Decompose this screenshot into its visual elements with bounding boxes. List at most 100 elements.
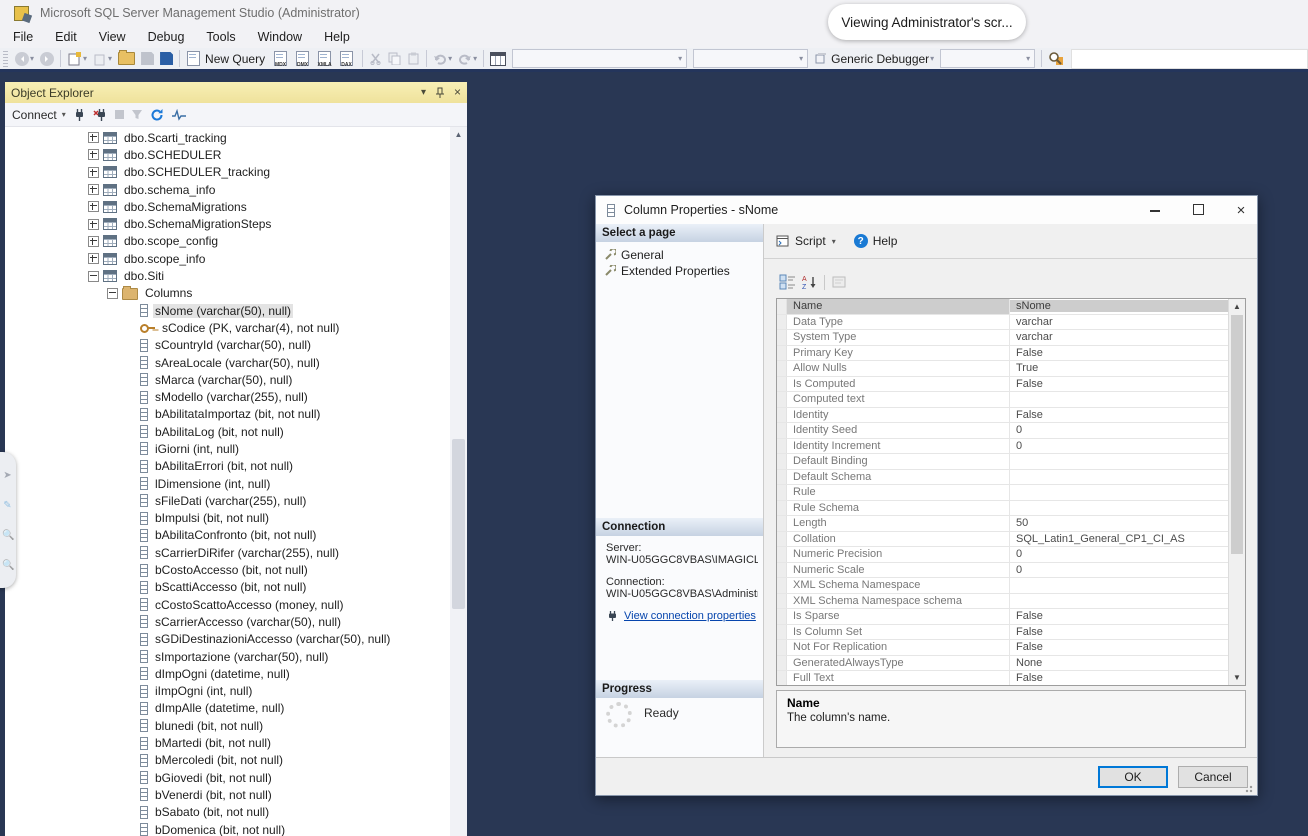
menu-help[interactable]: Help — [313, 26, 361, 48]
ok-button[interactable]: OK — [1098, 766, 1168, 788]
property-value[interactable]: True — [1010, 362, 1245, 374]
property-row[interactable]: Is Column SetFalse — [777, 625, 1245, 641]
execution-combobox[interactable]: ▾ — [693, 49, 808, 68]
find-button[interactable] — [1046, 49, 1066, 69]
tree-item[interactable]: sCarrierAccesso (varchar(50), null) — [5, 613, 450, 630]
redo-button[interactable]: ▾ — [456, 49, 479, 69]
property-row[interactable]: Numeric Precision0 — [777, 547, 1245, 563]
tree-item[interactable]: cCostoScattoAccesso (money, null) — [5, 596, 450, 613]
property-value[interactable]: 0 — [1010, 440, 1245, 452]
tree-item[interactable]: blunedi (bit, not null) — [5, 717, 450, 734]
tree-item[interactable]: dbo.SchemaMigrationSteps — [5, 215, 450, 232]
close-icon[interactable]: × — [454, 82, 461, 103]
property-row[interactable]: Allow NullsTrue — [777, 361, 1245, 377]
tree-item[interactable]: sCodice (PK, varchar(4), not null) — [5, 319, 450, 336]
sort-alphabetical-icon[interactable]: AZ — [802, 274, 818, 290]
tree-item[interactable]: bMercoledi (bit, not null) — [5, 752, 450, 769]
tree-item[interactable]: bAbilitaErrori (bit, not null) — [5, 458, 450, 475]
tree-item[interactable]: bAbilitaLog (bit, not null) — [5, 423, 450, 440]
tree-item[interactable]: iImpOgni (int, null) — [5, 683, 450, 700]
expand-icon[interactable] — [88, 184, 99, 195]
property-row[interactable]: Data Typevarchar — [777, 315, 1245, 331]
scroll-down-icon[interactable]: ▼ — [1229, 673, 1245, 682]
property-value[interactable]: False — [1010, 610, 1245, 622]
disconnect-object-icon[interactable] — [93, 108, 108, 122]
pen-icon[interactable]: ✎ — [2, 500, 13, 511]
property-value[interactable]: 0 — [1010, 548, 1245, 560]
property-value[interactable]: varchar — [1010, 331, 1245, 343]
tree-item[interactable]: bScattiAccesso (bit, not null) — [5, 579, 450, 596]
cancel-button[interactable]: Cancel — [1178, 766, 1248, 788]
dialog-titlebar[interactable]: Column Properties - sNome × — [596, 196, 1257, 224]
cursor-icon[interactable]: ➤ — [2, 470, 13, 481]
property-value[interactable]: 0 — [1010, 424, 1245, 436]
property-value[interactable]: varchar — [1010, 316, 1245, 328]
tree-item[interactable]: sCarrierDiRifer (varchar(255), null) — [5, 544, 450, 561]
connect-button[interactable]: Connect▾ — [12, 108, 66, 122]
tree-item[interactable]: dbo.Siti — [5, 267, 450, 284]
scrollbar-thumb[interactable] — [452, 439, 465, 609]
tree-item[interactable]: dbo.Scarti_tracking — [5, 129, 450, 146]
tree-item[interactable]: dbo.schema_info — [5, 181, 450, 198]
tree-item[interactable]: dImpOgni (datetime, null) — [5, 665, 450, 682]
property-row[interactable]: Identity Seed0 — [777, 423, 1245, 439]
expand-icon[interactable] — [88, 236, 99, 247]
new-dmx-query-icon[interactable]: DMX — [295, 51, 310, 67]
screen-share-banner[interactable]: Viewing Administrator's scr... — [828, 4, 1026, 40]
tree-item[interactable]: sMarca (varchar(50), null) — [5, 371, 450, 388]
scroll-up-icon[interactable]: ▲ — [1229, 302, 1245, 311]
property-row[interactable]: CollationSQL_Latin1_General_CP1_CI_AS — [777, 532, 1245, 548]
tree-item[interactable]: iGiorni (int, null) — [5, 440, 450, 457]
property-row[interactable]: Numeric Scale0 — [777, 563, 1245, 579]
scroll-up-icon[interactable]: ▲ — [450, 130, 467, 139]
tree-item[interactable]: bCostoAccesso (bit, not null) — [5, 561, 450, 578]
tree-item[interactable]: dbo.SCHEDULER_tracking — [5, 164, 450, 181]
property-row[interactable]: IdentityFalse — [777, 408, 1245, 424]
expand-icon[interactable] — [88, 201, 99, 212]
property-value[interactable]: False — [1010, 409, 1245, 421]
tree-item[interactable]: sCountryId (varchar(50), null) — [5, 337, 450, 354]
toolbar-grip[interactable] — [3, 51, 8, 67]
menu-view[interactable]: View — [88, 26, 137, 48]
property-row[interactable]: Default Schema — [777, 470, 1245, 486]
tree-item[interactable]: bSabato (bit, not null) — [5, 804, 450, 821]
property-row[interactable]: Identity Increment0 — [777, 439, 1245, 455]
tree-item[interactable]: bImpulsi (bit, not null) — [5, 510, 450, 527]
annotation-toolbar[interactable]: ➤ ✎ 🔍 🔍 — [0, 452, 16, 588]
view-connection-properties-link[interactable]: View connection properties — [606, 610, 756, 622]
property-value[interactable]: False — [1010, 378, 1245, 390]
tree-item[interactable]: dbo.scope_info — [5, 250, 450, 267]
object-explorer-titlebar[interactable]: Object Explorer ▾ × — [5, 82, 467, 103]
tree-item[interactable]: bAbilitaConfronto (bit, not null) — [5, 527, 450, 544]
menu-debug[interactable]: Debug — [137, 26, 196, 48]
property-value[interactable]: SQL_Latin1_General_CP1_CI_AS — [1010, 533, 1245, 545]
property-row[interactable]: XML Schema Namespace — [777, 578, 1245, 594]
pin-icon[interactable] — [435, 87, 445, 99]
database-combobox[interactable]: ▾ — [512, 49, 687, 68]
add-item-button[interactable]: ▾ — [91, 49, 114, 69]
property-row[interactable]: Is ComputedFalse — [777, 377, 1245, 393]
collapse-icon[interactable] — [107, 288, 118, 299]
navigate-back-button[interactable]: ▾ — [13, 49, 36, 69]
cut-button[interactable] — [367, 49, 384, 69]
tree-scrollbar[interactable]: ▲ — [450, 127, 467, 836]
property-value[interactable]: False — [1010, 672, 1245, 684]
results-grid-button[interactable] — [488, 49, 508, 69]
tree-item[interactable]: bVenerdi (bit, not null) — [5, 786, 450, 803]
script-button[interactable]: Script — [795, 234, 826, 248]
property-value[interactable]: False — [1010, 641, 1245, 653]
new-mdx-query-icon[interactable]: MDX — [273, 51, 288, 67]
property-row[interactable]: GeneratedAlwaysTypeNone — [777, 656, 1245, 672]
tree-item[interactable]: dImpAlle (datetime, null) — [5, 700, 450, 717]
copy-button[interactable] — [386, 49, 403, 69]
tree-item[interactable]: bMartedi (bit, not null) — [5, 734, 450, 751]
property-row[interactable]: XML Schema Namespace schema — [777, 594, 1245, 610]
property-row[interactable]: Primary KeyFalse — [777, 346, 1245, 362]
maximize-icon[interactable] — [1190, 203, 1206, 218]
zoom-out-icon[interactable]: 🔍 — [2, 560, 13, 571]
tree-item[interactable]: sImportazione (varchar(50), null) — [5, 648, 450, 665]
categorized-icon[interactable] — [779, 274, 796, 290]
page-item-general[interactable]: General — [604, 248, 664, 262]
property-value[interactable]: 0 — [1010, 564, 1245, 576]
activity-monitor-icon[interactable] — [171, 109, 187, 121]
